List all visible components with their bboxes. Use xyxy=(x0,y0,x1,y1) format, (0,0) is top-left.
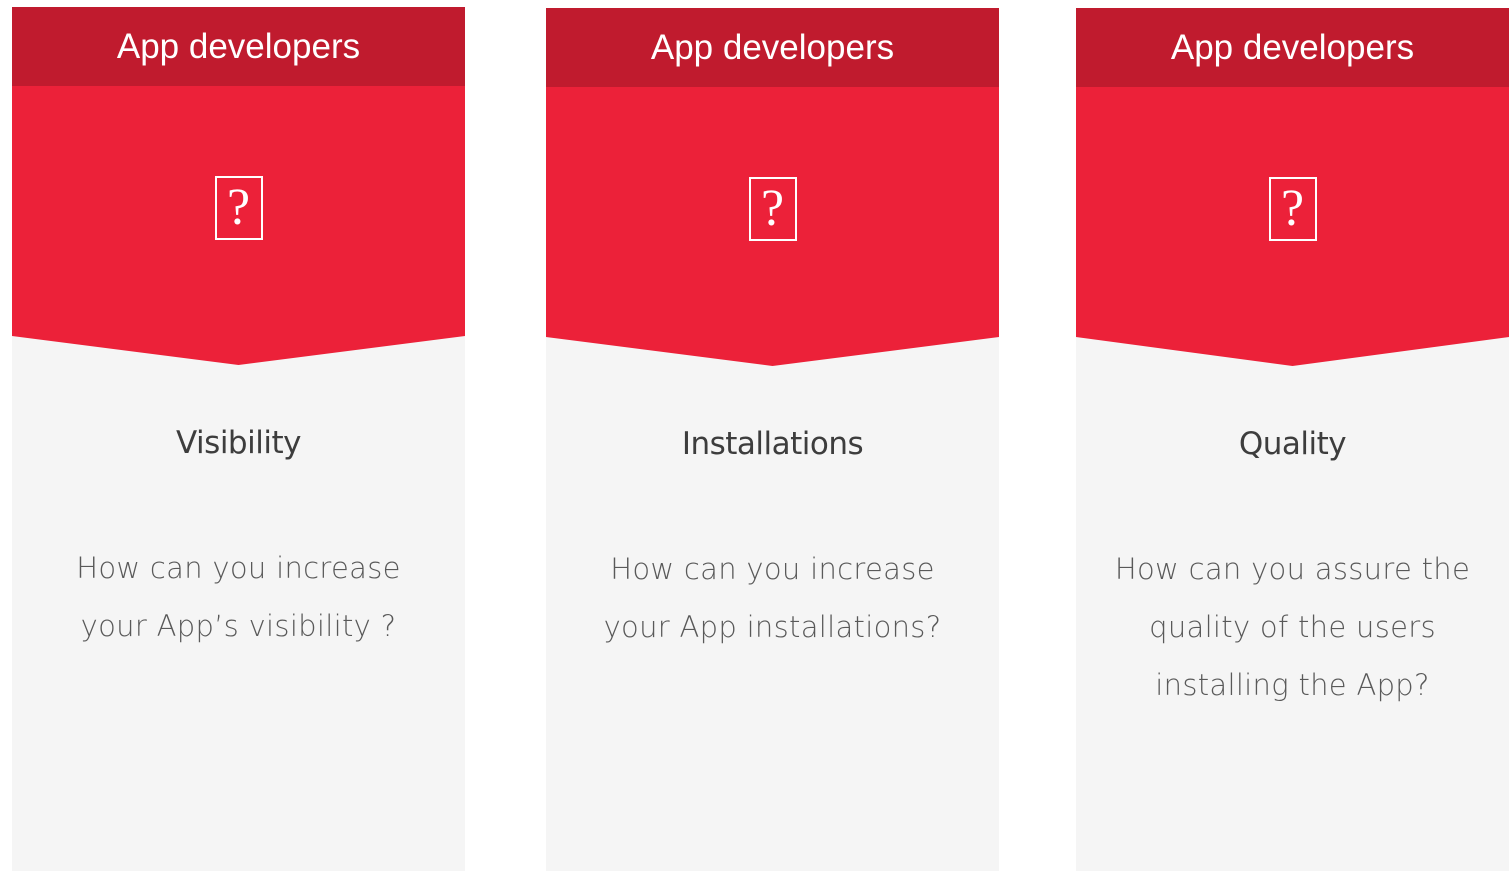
description-line: How can you assure the xyxy=(1114,552,1471,586)
card-visibility: App developers ? Visibility How can you … xyxy=(12,7,465,871)
description-line: installing the App? xyxy=(1155,668,1430,702)
card-title: Visibility xyxy=(176,425,301,461)
description-line: How can you increase xyxy=(76,551,401,585)
question-mark-icon: ? xyxy=(1268,177,1317,241)
description-line: your App’s visibility ? xyxy=(80,609,397,643)
card-title: Quality xyxy=(1238,426,1347,462)
question-mark-icon: ? xyxy=(214,176,263,240)
card-description: How can you assure the quality of the us… xyxy=(1076,540,1509,714)
card-description: How can you increase your App installati… xyxy=(546,540,999,656)
card-header: App developers xyxy=(546,8,999,87)
description-line: How can you increase xyxy=(610,552,935,586)
description-line: quality of the users xyxy=(1149,610,1436,644)
question-mark-icon: ? xyxy=(748,177,797,241)
card-quality: App developers ? Quality How can you ass… xyxy=(1076,8,1509,871)
card-title: Installations xyxy=(681,426,864,462)
card-description: How can you increase your App’s visibili… xyxy=(12,539,465,655)
card-header: App developers xyxy=(12,7,465,86)
description-line: your App installations? xyxy=(603,610,942,644)
card-installations: App developers ? Installations How can y… xyxy=(546,8,999,871)
card-header: App developers xyxy=(1076,8,1509,87)
